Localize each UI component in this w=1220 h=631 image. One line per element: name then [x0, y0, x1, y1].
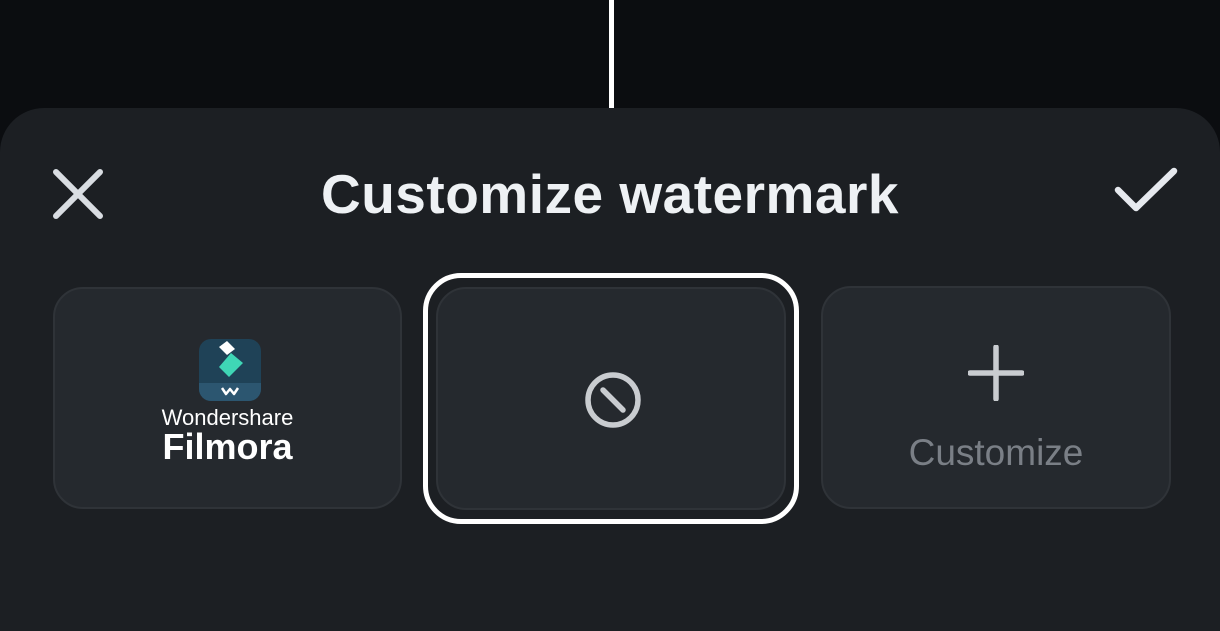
watermark-option-customize[interactable]: Customize [821, 286, 1171, 509]
watermark-option-filmora[interactable]: Wondershare Filmora [53, 287, 402, 509]
brand-name: Filmora [162, 426, 293, 467]
customize-label: Customize [908, 432, 1084, 473]
timeline-playhead[interactable] [609, 0, 614, 108]
no-watermark-icon [585, 372, 641, 428]
watermark-option-none[interactable] [436, 287, 786, 510]
sheet-title: Customize watermark [320, 163, 900, 225]
confirm-button[interactable] [1112, 164, 1180, 216]
plus-icon [968, 345, 1024, 401]
editor-screen: Customize watermark Wondershare Filmora [0, 0, 1220, 631]
filmora-logo-icon [199, 339, 261, 401]
check-icon [1114, 167, 1178, 212]
